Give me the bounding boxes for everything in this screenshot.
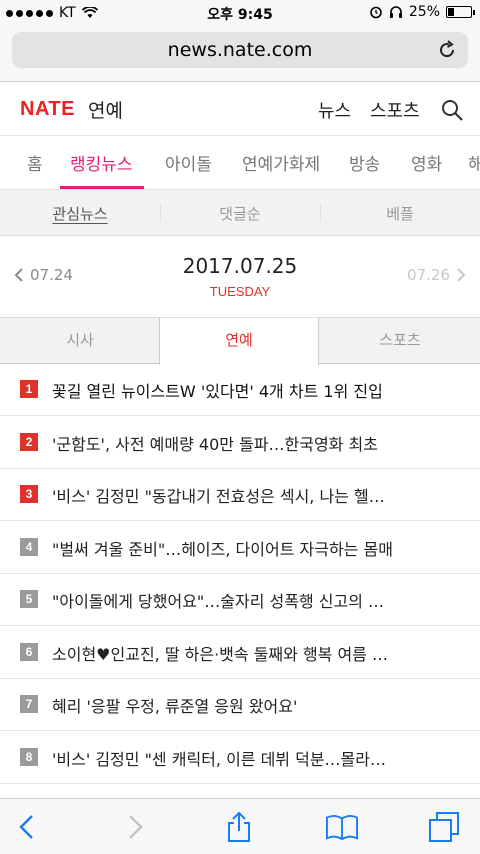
- rank-badge: 5: [20, 590, 38, 608]
- tab-interest-news[interactable]: 관심뉴스: [0, 203, 160, 224]
- reload-icon[interactable]: [436, 39, 458, 61]
- site-header: NATE 연예 뉴스 스포츠: [0, 82, 480, 136]
- battery-icon: [446, 6, 475, 18]
- ranking-item-title[interactable]: 소이현♥인교진, 딸 하은·뱃속 둘째와 행복 여름 …: [52, 641, 452, 665]
- tab-comment-order[interactable]: 댓글순: [160, 203, 320, 224]
- rank-badge: 1: [20, 380, 38, 398]
- tab-entertainment-topics[interactable]: 연예가화제: [242, 150, 320, 175]
- date-navigator: 07.24 2017.07.25 TUESDAY 07.26: [0, 236, 480, 318]
- rank-badge: 8: [20, 747, 38, 766]
- tabs-icon[interactable]: [428, 811, 460, 843]
- tab-current-affairs[interactable]: 시사: [0, 318, 160, 364]
- rank-badge: 7: [20, 695, 38, 713]
- search-icon[interactable]: [440, 98, 464, 122]
- tab-home[interactable]: 홈: [27, 150, 43, 175]
- rank-badge: 6: [20, 642, 38, 661]
- next-date-label: 07.26: [407, 266, 450, 284]
- section-title[interactable]: 연예: [88, 96, 123, 123]
- nav-sports[interactable]: 스포츠: [370, 97, 420, 123]
- ranking-item[interactable]: 7 혜리 '응팔 우정, 류준열 응원 왔어요': [0, 679, 480, 731]
- ranking-item[interactable]: 3 '비스' 김정민 "동갑내기 전효성은 섹시, 나는 헬…: [0, 469, 480, 521]
- chevron-right-icon: [457, 268, 466, 282]
- alarm-clock-icon: [370, 6, 382, 19]
- rank-badge: 2: [20, 432, 38, 451]
- rank-badge: 4: [20, 537, 38, 556]
- back-icon[interactable]: [12, 811, 44, 843]
- address-bar[interactable]: news.nate.com: [12, 32, 468, 68]
- headphones-icon: [389, 6, 402, 18]
- tab-sports[interactable]: 스포츠: [320, 318, 480, 364]
- next-date-button[interactable]: 07.26: [407, 266, 466, 284]
- ranking-item-title[interactable]: '비스' 김정민 "동갑내기 전효성은 섹시, 나는 헬…: [52, 483, 452, 507]
- ranking-item[interactable]: 5 "아이돌에게 당했어요"…술자리 성폭행 신고의 …: [0, 574, 480, 626]
- battery-fill: [448, 8, 454, 16]
- category-tabs: 홈 랭킹뉴스 아이돌 연예가화제 방송 영화 해: [0, 136, 480, 190]
- bookmarks-icon[interactable]: [326, 811, 358, 843]
- current-weekday: TUESDAY: [209, 284, 271, 299]
- topic-tabs: 시사 연예 스포츠: [0, 318, 480, 365]
- ranking-item[interactable]: 2 '군함도', 사전 예매량 40만 돌파…한국영화 최초: [0, 417, 480, 469]
- ranking-item[interactable]: 4 "벌써 겨울 준비"…헤이즈, 다이어트 자극하는 몸매: [0, 522, 480, 574]
- ranking-item-title[interactable]: "아이돌에게 당했어요"…술자리 성폭행 신고의 …: [52, 588, 452, 612]
- ranking-item-title[interactable]: '비스' 김정민 "센 캐릭터, 이른 데뷔 덕분…몰라…: [52, 746, 452, 770]
- nate-logo[interactable]: NATE: [20, 98, 75, 121]
- tab-overflow[interactable]: 해: [468, 150, 480, 175]
- tab-ranking-news[interactable]: 랭킹뉴스: [70, 150, 133, 175]
- url-text[interactable]: news.nate.com: [12, 39, 468, 61]
- battery-percent: 25%: [408, 4, 440, 20]
- ranking-item[interactable]: 6 소이현♥인교진, 딸 하은·뱃속 둘째와 행복 여름 …: [0, 627, 480, 679]
- tab-best-replies[interactable]: 베플: [320, 203, 480, 224]
- ranking-item-title[interactable]: 꽃길 열린 뉴이스트W '있다면' 4개 차트 1위 진입: [52, 378, 452, 402]
- browser-toolbar: [0, 798, 480, 854]
- ranking-item-title[interactable]: "벌써 겨울 준비"…헤이즈, 다이어트 자극하는 몸매: [52, 536, 452, 560]
- status-right-group: 25%: [369, 4, 475, 20]
- sort-tabs: 관심뉴스 댓글순 베플: [0, 190, 480, 236]
- ranking-item[interactable]: 1 꽃길 열린 뉴이스트W '있다면' 4개 차트 1위 진입: [0, 364, 480, 416]
- ranking-item-title[interactable]: 혜리 '응팔 우정, 류준열 응원 왔어요': [52, 693, 452, 717]
- share-icon[interactable]: [223, 811, 255, 843]
- browser-address-area: news.nate.com: [0, 26, 480, 82]
- rank-badge: 3: [20, 485, 38, 503]
- nav-news[interactable]: 뉴스: [318, 97, 351, 123]
- forward-icon[interactable]: [118, 811, 150, 843]
- status-bar: KT 오후 9:45 25%: [0, 0, 480, 26]
- tab-broadcast[interactable]: 방송: [349, 150, 380, 175]
- tab-idol[interactable]: 아이돌: [165, 150, 212, 175]
- tab-entertainment[interactable]: 연예: [159, 318, 319, 365]
- ranking-item-title[interactable]: '군함도', 사전 예매량 40만 돌파…한국영화 최초: [52, 431, 452, 455]
- active-tab-underline: [60, 186, 144, 189]
- tab-movie[interactable]: 영화: [411, 150, 442, 175]
- ranking-item[interactable]: 8 '비스' 김정민 "센 캐릭터, 이른 데뷔 덕분…몰라…: [0, 732, 480, 784]
